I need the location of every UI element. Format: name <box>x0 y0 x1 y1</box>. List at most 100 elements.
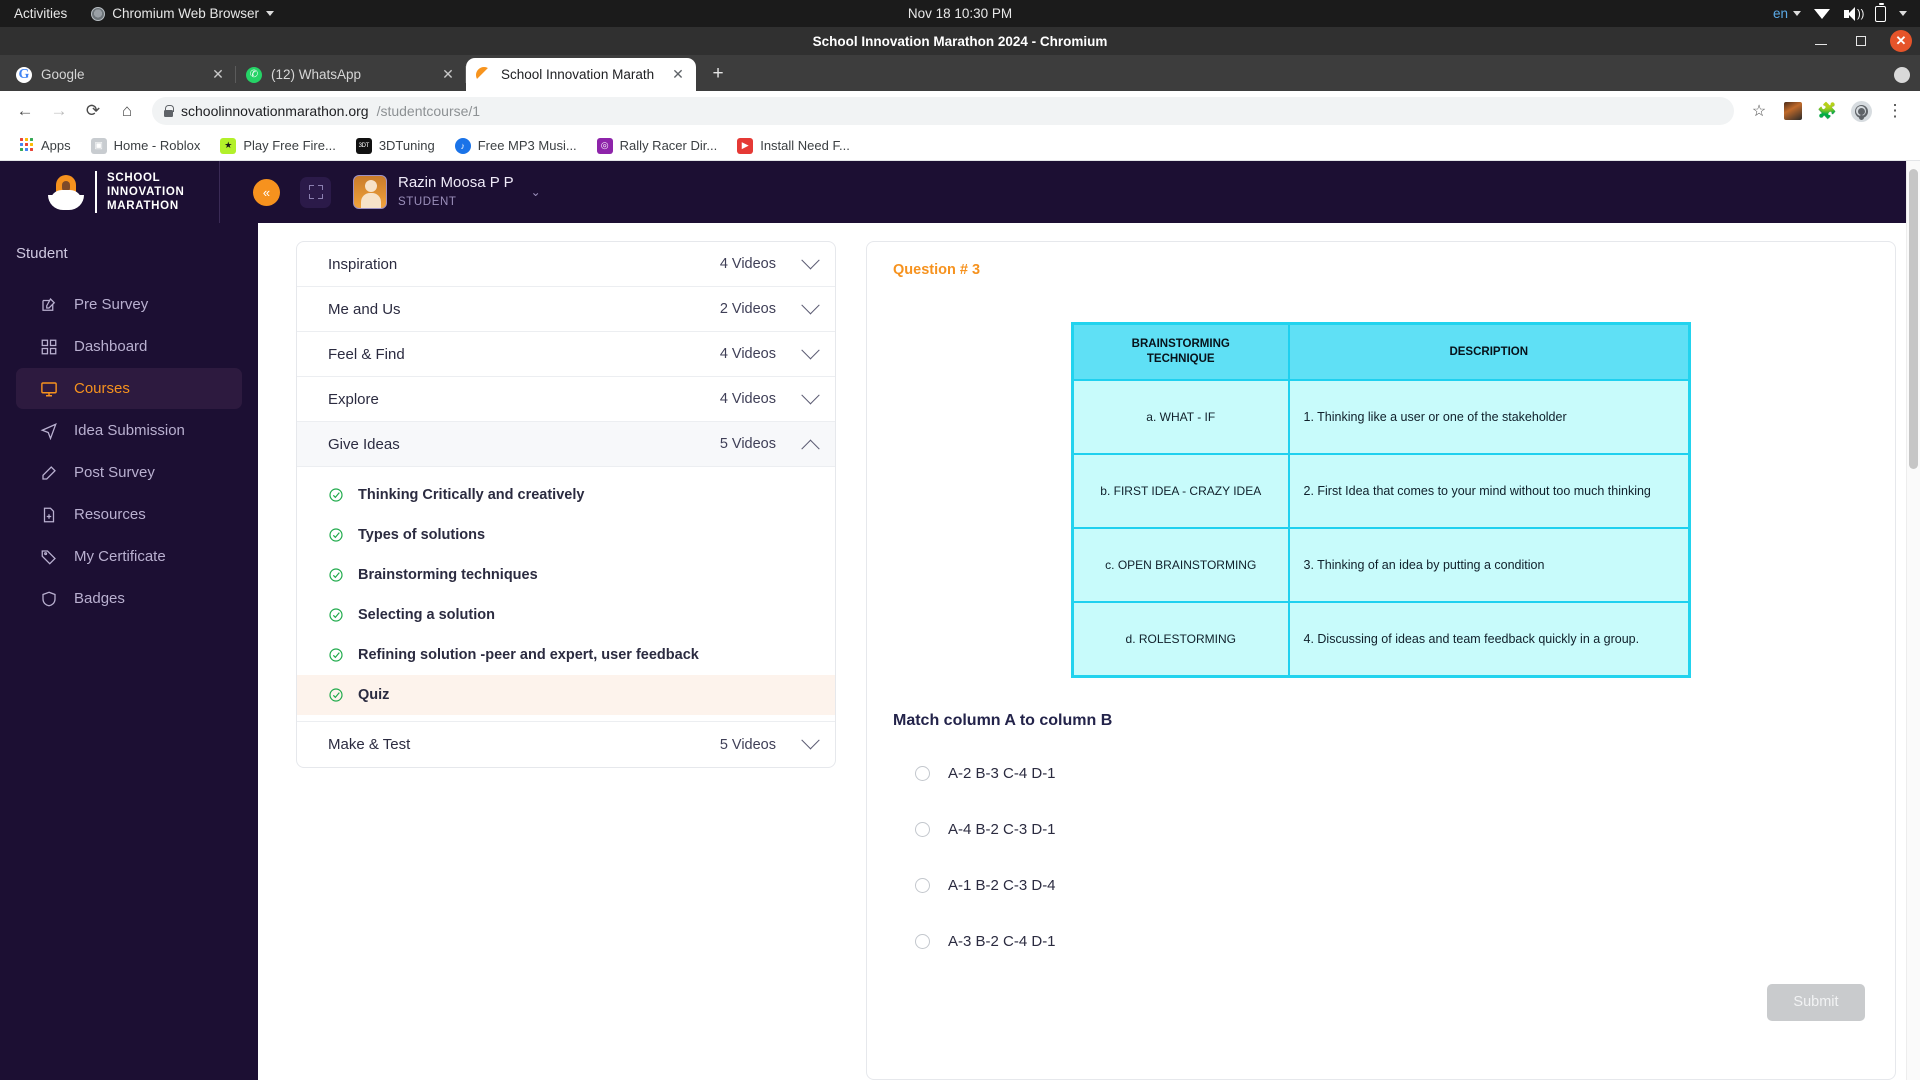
chevron-down-icon[interactable] <box>801 385 820 404</box>
module-row-give-ideas[interactable]: Give Ideas 5 Videos <box>297 422 835 467</box>
sidebar-item-idea-submission[interactable]: Idea Submission <box>16 410 242 451</box>
wifi-icon[interactable] <box>1814 8 1831 20</box>
tab-label: School Innovation Marath <box>501 67 655 82</box>
chevron-down-icon[interactable] <box>801 731 820 750</box>
sidebar-item-resources[interactable]: Resources <box>16 494 242 535</box>
table-row: d. ROLESTORMING 4. Discussing of ideas a… <box>1071 601 1691 677</box>
bookmark-rally-racer-dirt[interactable]: ◎ Rally Racer Dir... <box>587 135 728 157</box>
radio-button[interactable] <box>915 766 930 781</box>
module-video-count: 5 Videos <box>719 736 776 753</box>
maximize-button[interactable] <box>1850 30 1872 52</box>
sidebar: Student Pre Survey Dashboard Courses Ide… <box>0 223 258 1080</box>
lesson-item[interactable]: Selecting a solution <box>297 595 835 635</box>
bookmark-star-icon[interactable]: ☆ <box>1744 96 1774 126</box>
volume-icon[interactable]: )) <box>1844 6 1864 21</box>
clock[interactable]: Nov 18 10:30 PM <box>908 6 1012 21</box>
chevron-down-icon[interactable]: ⌄ <box>531 185 541 199</box>
chromium-window: School Innovation Marathon 2024 - Chromi… <box>0 27 1920 1080</box>
address-bar[interactable]: schoolinnovationmarathon.org/studentcour… <box>152 97 1734 125</box>
sidebar-item-my-certificate[interactable]: My Certificate <box>16 536 242 577</box>
module-title: Me and Us <box>328 300 401 318</box>
minimize-button[interactable] <box>1810 30 1832 52</box>
chevron-down-icon[interactable] <box>801 295 820 314</box>
radio-button[interactable] <box>915 822 930 837</box>
sidebar-item-courses[interactable]: Courses <box>16 368 242 409</box>
module-row-me-and-us[interactable]: Me and Us 2 Videos <box>297 287 835 332</box>
extension-thumbnail-icon[interactable] <box>1778 96 1808 126</box>
tab-google[interactable]: G Google ✕ <box>6 58 236 91</box>
extensions-puzzle-icon[interactable]: 🧩 <box>1812 96 1842 126</box>
app-logo[interactable]: SCHOOL INNOVATION MARATHON <box>0 161 220 223</box>
lesson-item[interactable]: Thinking Critically and creatively <box>297 475 835 515</box>
sidebar-item-post-survey[interactable]: Post Survey <box>16 452 242 493</box>
page-scrollbar[interactable] <box>1906 161 1920 1080</box>
collapse-sidebar-button[interactable]: « <box>253 178 280 206</box>
lesson-item-quiz[interactable]: Quiz <box>297 675 835 715</box>
chrome-menu-icon[interactable]: ⋮ <box>1880 96 1910 126</box>
tabstrip-options-icon[interactable] <box>1894 67 1910 83</box>
lesson-item[interactable]: Types of solutions <box>297 515 835 555</box>
home-icon[interactable]: ⌂ <box>112 96 142 126</box>
back-icon[interactable]: ← <box>10 96 40 126</box>
close-tab-icon[interactable]: ✕ <box>210 66 226 83</box>
activities-button[interactable]: Activities <box>0 6 81 21</box>
module-row-feel-and-find[interactable]: Feel & Find 4 Videos <box>297 332 835 377</box>
check-circle-icon <box>328 567 344 583</box>
module-title: Inspiration <box>328 255 398 273</box>
tab-whatsapp[interactable]: ✆ (12) WhatsApp ✕ <box>236 58 466 91</box>
bookmark-free-mp3-music[interactable]: ♪ Free MP3 Musi... <box>445 135 587 157</box>
user-menu[interactable]: Razin Moosa P P STUDENT ⌄ <box>353 174 541 210</box>
radio-button[interactable] <box>915 878 930 893</box>
module-title: Give Ideas <box>328 435 400 453</box>
close-tab-icon[interactable]: ✕ <box>440 66 456 83</box>
tab-school-innovation-marathon[interactable]: School Innovation Marath ✕ <box>466 58 696 91</box>
answer-option-1[interactable]: A-2 B-3 C-4 D-1 <box>893 746 1869 802</box>
answer-option-4[interactable]: A-3 B-2 C-4 D-1 <box>893 914 1869 970</box>
close-tab-icon[interactable]: ✕ <box>670 66 686 83</box>
profile-avatar-icon[interactable] <box>1846 96 1876 126</box>
window-controls: ✕ <box>1810 27 1912 55</box>
chevron-down-icon[interactable] <box>801 340 820 359</box>
bookmark-install-need-for-speed[interactable]: ▶ Install Need F... <box>727 135 860 157</box>
radio-button[interactable] <box>915 934 930 949</box>
forward-icon[interactable]: → <box>44 96 74 126</box>
module-video-count: 5 Videos <box>719 436 776 452</box>
app-menu-button[interactable]: Chromium Web Browser <box>81 6 284 21</box>
lesson-label: Selecting a solution <box>358 607 495 623</box>
reload-icon[interactable]: ⟳ <box>78 96 108 126</box>
answer-option-3[interactable]: A-1 B-2 C-3 D-4 <box>893 858 1869 914</box>
sidebar-item-pre-survey[interactable]: Pre Survey <box>16 284 242 325</box>
bookmark-3dtuning[interactable]: 3DT 3DTuning <box>346 135 445 157</box>
chevron-up-icon[interactable] <box>801 439 820 458</box>
bookmark-apps[interactable]: Apps <box>8 135 81 157</box>
sidebar-item-label: Courses <box>74 380 130 397</box>
battery-icon[interactable] <box>1875 2 1886 22</box>
tab-label: (12) WhatsApp <box>271 67 362 82</box>
description-cell: 1. Thinking like a user or one of the st… <box>1287 379 1691 455</box>
answer-option-2[interactable]: A-4 B-2 C-3 D-1 <box>893 802 1869 858</box>
3dtuning-icon: 3DT <box>355 137 372 154</box>
page-scrollbar-thumb[interactable] <box>1909 169 1918 469</box>
chevron-down-icon[interactable] <box>801 250 820 269</box>
lesson-item[interactable]: Brainstorming techniques <box>297 555 835 595</box>
new-tab-button[interactable]: + <box>704 60 732 88</box>
lesson-label: Types of solutions <box>358 527 486 543</box>
close-button[interactable]: ✕ <box>1890 30 1912 52</box>
column-header-description: DESCRIPTION <box>1287 322 1691 381</box>
sidebar-item-dashboard[interactable]: Dashboard <box>16 326 242 367</box>
description-cell: 4. Discussing of ideas and team feedback… <box>1287 601 1691 677</box>
bookmark-home-roblox[interactable]: ▣ Home - Roblox <box>81 135 211 157</box>
module-row-inspiration[interactable]: Inspiration 4 Videos <box>297 242 835 287</box>
keyboard-language[interactable]: en <box>1773 6 1788 21</box>
sidebar-item-badges[interactable]: Badges <box>16 578 242 619</box>
bookmark-play-free-fire[interactable]: ★ Play Free Fire... <box>210 135 345 157</box>
module-row-explore[interactable]: Explore 4 Videos <box>297 377 835 422</box>
lesson-item[interactable]: Refining solution -peer and expert, user… <box>297 635 835 675</box>
technique-cell: c. OPEN BRAINSTORMING <box>1071 527 1290 603</box>
user-name: Razin Moosa P P <box>398 174 514 191</box>
system-menu-chevron-icon[interactable] <box>1899 11 1907 16</box>
window-title: School Innovation Marathon 2024 - Chromi… <box>812 33 1108 49</box>
fullscreen-button[interactable] <box>300 176 331 208</box>
submit-button[interactable]: Submit <box>1767 983 1865 1021</box>
module-row-make-and-test[interactable]: Make & Test 5 Videos <box>297 722 835 767</box>
